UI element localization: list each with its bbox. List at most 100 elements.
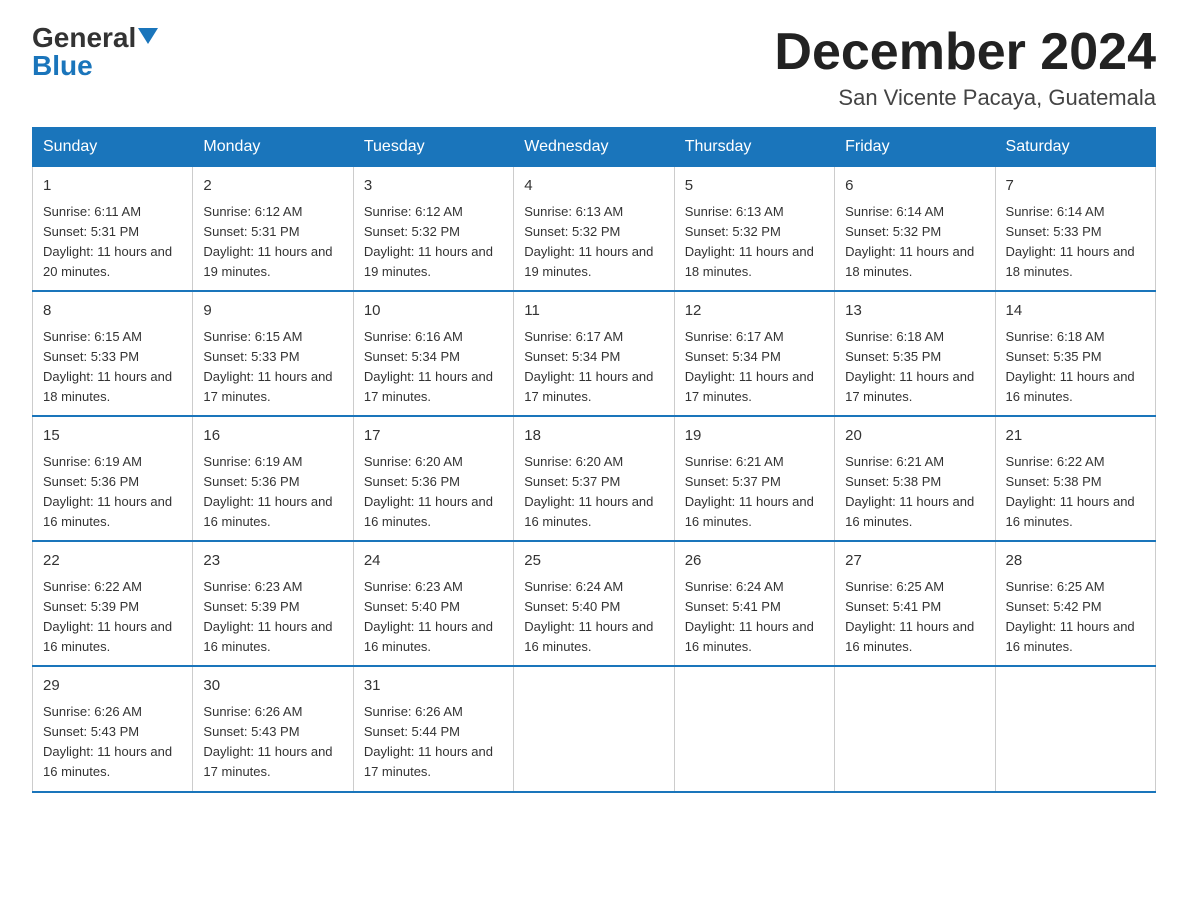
- calendar-day-cell: 1 Sunrise: 6:11 AMSunset: 5:31 PMDaylight…: [33, 167, 193, 292]
- weekday-header-tuesday: Tuesday: [353, 128, 513, 167]
- calendar-day-cell: [674, 666, 834, 791]
- weekday-header-sunday: Sunday: [33, 128, 193, 167]
- location-subtitle: San Vicente Pacaya, Guatemala: [774, 85, 1156, 111]
- calendar-table: SundayMondayTuesdayWednesdayThursdayFrid…: [32, 127, 1156, 792]
- calendar-day-cell: 15Sunrise: 6:19 AMSunset: 5:36 PMDayligh…: [33, 416, 193, 541]
- day-info: Sunrise: 6:26 AMSunset: 5:43 PMDaylight:…: [43, 704, 172, 779]
- day-number: 12: [685, 300, 824, 323]
- calendar-week-row: 29Sunrise: 6:26 AMSunset: 5:43 PMDayligh…: [33, 666, 1156, 791]
- day-info: Sunrise: 6:12 AMSunset: 5:32 PMDaylight:…: [364, 204, 493, 279]
- day-info: Sunrise: 6:14 AMSunset: 5:32 PMDaylight:…: [845, 204, 974, 279]
- day-info: Sunrise: 6:15 AMSunset: 5:33 PMDaylight:…: [43, 329, 172, 404]
- day-number: 27: [845, 550, 984, 573]
- calendar-day-cell: 9 Sunrise: 6:15 AMSunset: 5:33 PMDaylight…: [193, 291, 353, 416]
- day-number: 14: [1006, 300, 1145, 323]
- day-number: 28: [1006, 550, 1145, 573]
- day-number: 19: [685, 425, 824, 448]
- weekday-header-friday: Friday: [835, 128, 995, 167]
- calendar-day-cell: 8 Sunrise: 6:15 AMSunset: 5:33 PMDaylight…: [33, 291, 193, 416]
- day-info: Sunrise: 6:13 AMSunset: 5:32 PMDaylight:…: [685, 204, 814, 279]
- month-title: December 2024: [774, 24, 1156, 81]
- day-number: 17: [364, 425, 503, 448]
- day-info: Sunrise: 6:20 AMSunset: 5:36 PMDaylight:…: [364, 454, 493, 529]
- calendar-day-cell: 5 Sunrise: 6:13 AMSunset: 5:32 PMDaylight…: [674, 167, 834, 292]
- day-number: 5: [685, 175, 824, 198]
- calendar-day-cell: 18 Sunrise: 6:20 AMSunset: 5:37 PMDayligh…: [514, 416, 674, 541]
- day-info: Sunrise: 6:21 AMSunset: 5:37 PMDaylight:…: [685, 454, 814, 529]
- calendar-week-row: 1 Sunrise: 6:11 AMSunset: 5:31 PMDaylight…: [33, 167, 1156, 292]
- day-info: Sunrise: 6:25 AMSunset: 5:42 PMDaylight:…: [1006, 579, 1135, 654]
- day-info: Sunrise: 6:18 AMSunset: 5:35 PMDaylight:…: [1006, 329, 1135, 404]
- day-number: 30: [203, 675, 342, 698]
- logo-arrow-icon: [138, 28, 158, 44]
- day-number: 10: [364, 300, 503, 323]
- day-info: Sunrise: 6:26 AMSunset: 5:44 PMDaylight:…: [364, 704, 493, 779]
- calendar-day-cell: [835, 666, 995, 791]
- calendar-day-cell: 12 Sunrise: 6:17 AMSunset: 5:34 PMDayligh…: [674, 291, 834, 416]
- day-number: 8: [43, 300, 182, 323]
- day-info: Sunrise: 6:25 AMSunset: 5:41 PMDaylight:…: [845, 579, 974, 654]
- calendar-day-cell: [514, 666, 674, 791]
- day-info: Sunrise: 6:26 AMSunset: 5:43 PMDaylight:…: [203, 704, 332, 779]
- calendar-day-cell: 7 Sunrise: 6:14 AMSunset: 5:33 PMDaylight…: [995, 167, 1155, 292]
- day-number: 13: [845, 300, 984, 323]
- day-info: Sunrise: 6:16 AMSunset: 5:34 PMDaylight:…: [364, 329, 493, 404]
- calendar-day-cell: 13Sunrise: 6:18 AMSunset: 5:35 PMDayligh…: [835, 291, 995, 416]
- calendar-day-cell: 25 Sunrise: 6:24 AMSunset: 5:40 PMDayligh…: [514, 541, 674, 666]
- day-info: Sunrise: 6:19 AMSunset: 5:36 PMDaylight:…: [203, 454, 332, 529]
- calendar-week-row: 22 Sunrise: 6:22 AMSunset: 5:39 PMDayligh…: [33, 541, 1156, 666]
- calendar-header: SundayMondayTuesdayWednesdayThursdayFrid…: [33, 128, 1156, 167]
- day-info: Sunrise: 6:14 AMSunset: 5:33 PMDaylight:…: [1006, 204, 1135, 279]
- day-number: 9: [203, 300, 342, 323]
- day-number: 22: [43, 550, 182, 573]
- day-info: Sunrise: 6:22 AMSunset: 5:38 PMDaylight:…: [1006, 454, 1135, 529]
- day-number: 18: [524, 425, 663, 448]
- calendar-day-cell: 17 Sunrise: 6:20 AMSunset: 5:36 PMDayligh…: [353, 416, 513, 541]
- calendar-day-cell: 30 Sunrise: 6:26 AMSunset: 5:43 PMDayligh…: [193, 666, 353, 791]
- day-number: 11: [524, 300, 663, 323]
- day-number: 21: [1006, 425, 1145, 448]
- weekday-header-thursday: Thursday: [674, 128, 834, 167]
- calendar-day-cell: 24 Sunrise: 6:23 AMSunset: 5:40 PMDayligh…: [353, 541, 513, 666]
- weekday-header-monday: Monday: [193, 128, 353, 167]
- calendar-day-cell: 16Sunrise: 6:19 AMSunset: 5:36 PMDayligh…: [193, 416, 353, 541]
- day-number: 4: [524, 175, 663, 198]
- calendar-day-cell: 27 Sunrise: 6:25 AMSunset: 5:41 PMDayligh…: [835, 541, 995, 666]
- day-info: Sunrise: 6:19 AMSunset: 5:36 PMDaylight:…: [43, 454, 172, 529]
- calendar-week-row: 15Sunrise: 6:19 AMSunset: 5:36 PMDayligh…: [33, 416, 1156, 541]
- day-info: Sunrise: 6:15 AMSunset: 5:33 PMDaylight:…: [203, 329, 332, 404]
- day-number: 3: [364, 175, 503, 198]
- day-number: 20: [845, 425, 984, 448]
- calendar-day-cell: 14 Sunrise: 6:18 AMSunset: 5:35 PMDayligh…: [995, 291, 1155, 416]
- logo-blue-text: Blue: [32, 52, 93, 80]
- calendar-day-cell: 29Sunrise: 6:26 AMSunset: 5:43 PMDayligh…: [33, 666, 193, 791]
- calendar-day-cell: 21 Sunrise: 6:22 AMSunset: 5:38 PMDayligh…: [995, 416, 1155, 541]
- day-info: Sunrise: 6:21 AMSunset: 5:38 PMDaylight:…: [845, 454, 974, 529]
- day-info: Sunrise: 6:17 AMSunset: 5:34 PMDaylight:…: [685, 329, 814, 404]
- day-info: Sunrise: 6:23 AMSunset: 5:40 PMDaylight:…: [364, 579, 493, 654]
- day-number: 24: [364, 550, 503, 573]
- day-number: 25: [524, 550, 663, 573]
- weekday-header-saturday: Saturday: [995, 128, 1155, 167]
- calendar-day-cell: 19 Sunrise: 6:21 AMSunset: 5:37 PMDayligh…: [674, 416, 834, 541]
- day-number: 1: [43, 175, 182, 198]
- day-number: 2: [203, 175, 342, 198]
- calendar-day-cell: 22 Sunrise: 6:22 AMSunset: 5:39 PMDayligh…: [33, 541, 193, 666]
- title-section: December 2024 San Vicente Pacaya, Guatem…: [774, 24, 1156, 111]
- day-info: Sunrise: 6:20 AMSunset: 5:37 PMDaylight:…: [524, 454, 653, 529]
- day-info: Sunrise: 6:24 AMSunset: 5:40 PMDaylight:…: [524, 579, 653, 654]
- day-number: 7: [1006, 175, 1145, 198]
- day-info: Sunrise: 6:12 AMSunset: 5:31 PMDaylight:…: [203, 204, 332, 279]
- day-info: Sunrise: 6:22 AMSunset: 5:39 PMDaylight:…: [43, 579, 172, 654]
- calendar-week-row: 8 Sunrise: 6:15 AMSunset: 5:33 PMDaylight…: [33, 291, 1156, 416]
- calendar-day-cell: 10 Sunrise: 6:16 AMSunset: 5:34 PMDayligh…: [353, 291, 513, 416]
- weekday-header-row: SundayMondayTuesdayWednesdayThursdayFrid…: [33, 128, 1156, 167]
- calendar-day-cell: 26 Sunrise: 6:24 AMSunset: 5:41 PMDayligh…: [674, 541, 834, 666]
- day-info: Sunrise: 6:17 AMSunset: 5:34 PMDaylight:…: [524, 329, 653, 404]
- calendar-day-cell: 4Sunrise: 6:13 AMSunset: 5:32 PMDaylight…: [514, 167, 674, 292]
- day-number: 26: [685, 550, 824, 573]
- day-info: Sunrise: 6:11 AMSunset: 5:31 PMDaylight:…: [43, 204, 172, 279]
- calendar-day-cell: 31Sunrise: 6:26 AMSunset: 5:44 PMDayligh…: [353, 666, 513, 791]
- day-info: Sunrise: 6:24 AMSunset: 5:41 PMDaylight:…: [685, 579, 814, 654]
- page-header: General Blue December 2024 San Vicente P…: [32, 24, 1156, 111]
